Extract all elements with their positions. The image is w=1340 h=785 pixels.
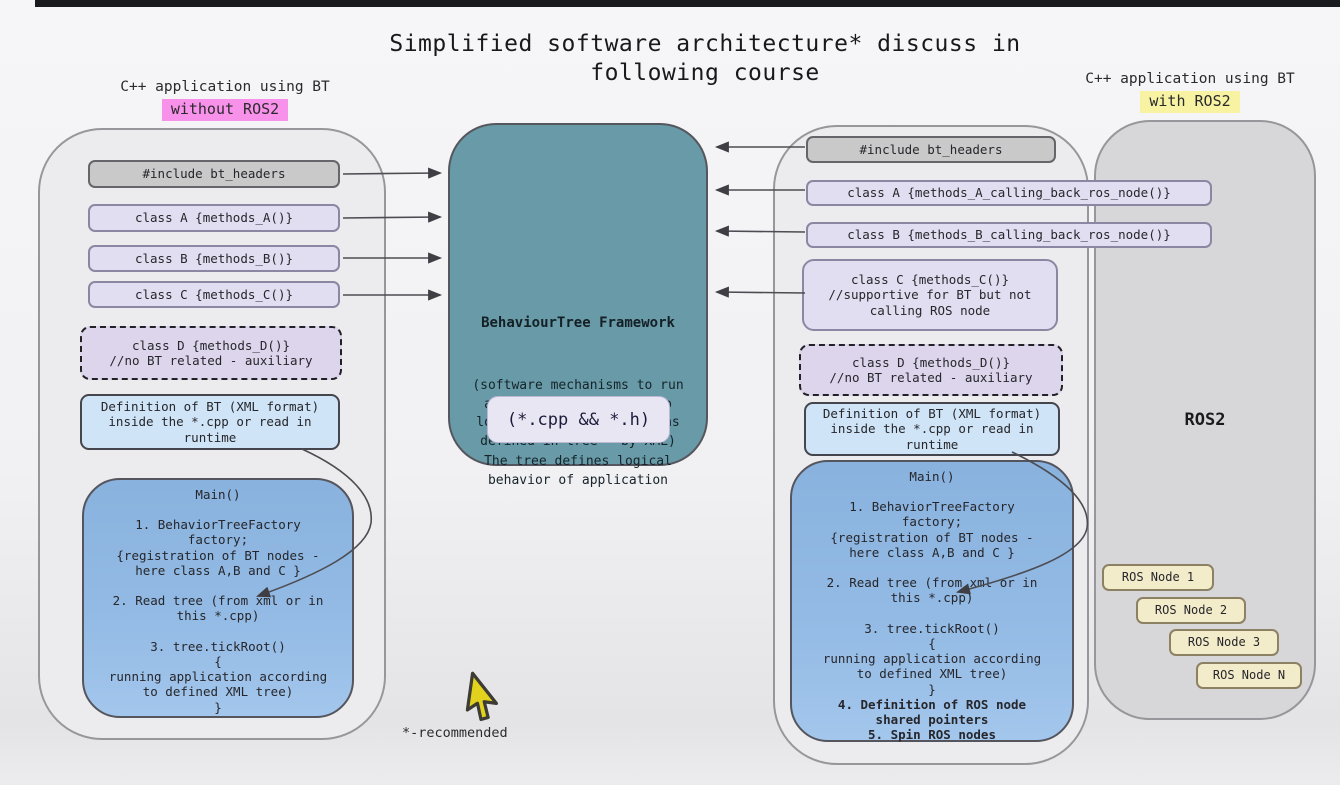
ros-node-2: ROS Node 2	[1136, 597, 1246, 624]
right-main-body-bold: 4. Definition of ROS node shared pointer…	[792, 697, 1072, 743]
ros-node-n: ROS Node N	[1196, 662, 1302, 689]
framework-files-box: (*.cpp && *.h)	[487, 396, 670, 443]
mouse-cursor-icon	[459, 670, 508, 725]
left-xml-definition-box: Definition of BT (XML format) inside the…	[80, 394, 340, 450]
left-class-d-box: class D {methods_D()} //no BT related - …	[80, 326, 342, 380]
framework-title: BehaviourTree Framework	[450, 315, 706, 331]
right-class-c-box: class C {methods_C()} //supportive for B…	[802, 259, 1058, 331]
ros2-title: ROS2	[1094, 410, 1316, 430]
left-main-body: 1. BehaviorTreeFactory factory; {registr…	[84, 517, 352, 715]
right-xml-definition-box: Definition of BT (XML format) inside the…	[804, 402, 1060, 456]
ros-node-1: ROS Node 1	[1102, 564, 1214, 591]
ros-node-3: ROS Node 3	[1169, 629, 1279, 656]
right-include-box: #include bt_headers	[806, 136, 1056, 163]
left-main-title: Main()	[84, 487, 352, 502]
left-column-header: C++ application using BT without ROS2	[60, 78, 390, 121]
video-top-strip	[35, 0, 1340, 7]
right-class-a-box: class A {methods_A_calling_back_ros_node…	[806, 180, 1212, 206]
recommended-footnote: *-recommended	[402, 725, 508, 741]
left-class-b-box: class B {methods_B()}	[88, 245, 340, 272]
right-class-b-box: class B {methods_B_calling_back_ros_node…	[806, 222, 1212, 248]
left-class-a-box: class A {methods_A()}	[88, 204, 340, 232]
left-class-c-box: class C {methods_C()}	[88, 281, 340, 308]
framework-description2: The tree defines logical behavior of app…	[450, 453, 706, 490]
left-include-box: #include bt_headers	[88, 160, 340, 188]
right-column-header: C++ application using BT with ROS2	[1040, 70, 1340, 113]
right-header-line1: C++ application using BT	[1040, 70, 1340, 89]
right-main-title: Main()	[792, 469, 1072, 484]
left-main-box: Main() 1. BehaviorTreeFactory factory; {…	[82, 478, 354, 718]
right-class-d-box: class D {methods_D()} //no BT related - …	[799, 344, 1063, 396]
left-header-highlight-without-ros2: without ROS2	[162, 99, 288, 121]
left-header-line1: C++ application using BT	[60, 78, 390, 97]
diagram-title-line1: Simplified software architecture* discus…	[250, 30, 1160, 59]
right-main-body: 1. BehaviorTreeFactory factory; {registr…	[792, 499, 1072, 697]
right-header-highlight-with-ros2: with ROS2	[1140, 91, 1239, 113]
right-main-box: Main() 1. BehaviorTreeFactory factory; {…	[790, 460, 1074, 742]
